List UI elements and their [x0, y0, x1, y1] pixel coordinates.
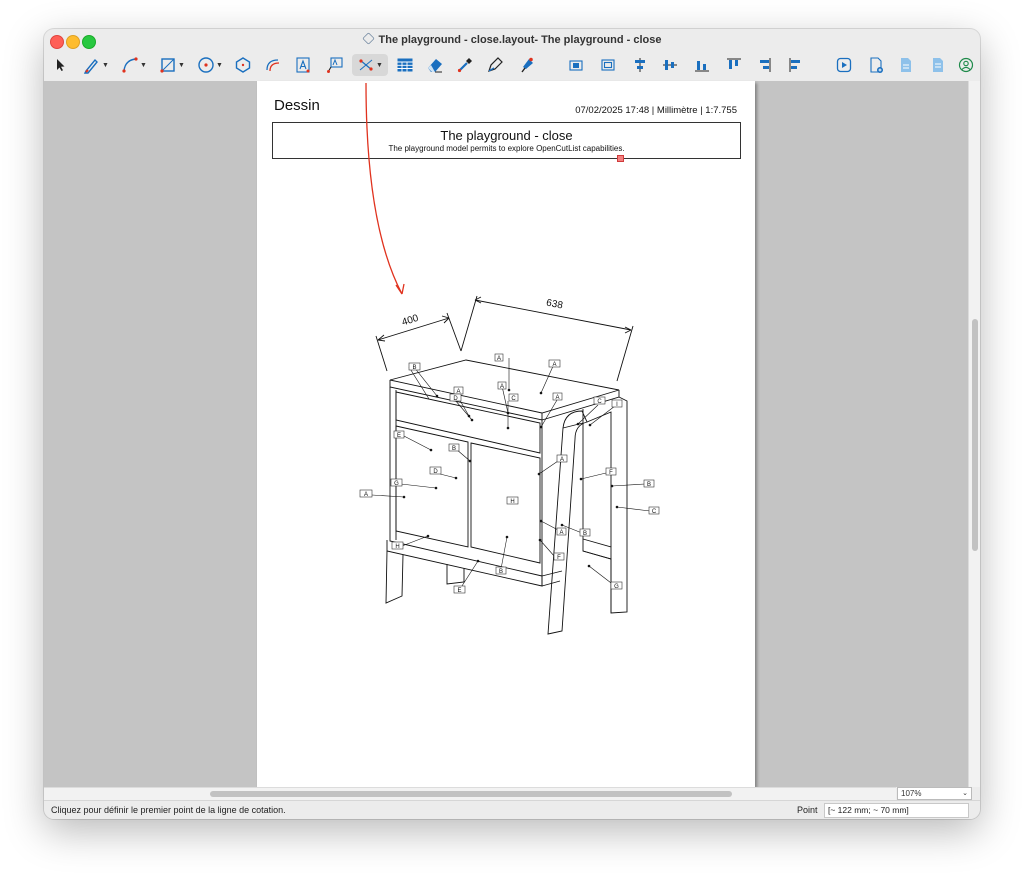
horizontal-scrollbar[interactable]: [44, 787, 896, 800]
add-page-button[interactable]: [866, 54, 886, 76]
table-tool-icon: [397, 58, 413, 72]
document-icon: [361, 32, 375, 45]
title-bar: The playground - close.layout- The playg…: [44, 29, 980, 51]
style-tool-icon: [488, 57, 503, 72]
rectangle-tool-icon: [160, 58, 175, 73]
offset-tool-button[interactable]: [262, 54, 284, 76]
polygon-tool-button[interactable]: [232, 54, 254, 76]
align-right-icon: [760, 58, 771, 72]
distribute-horizontal-icon: [663, 60, 677, 70]
presentation-button[interactable]: [834, 54, 854, 76]
arc-tool-icon: [122, 57, 138, 73]
select-tool-button[interactable]: [50, 54, 70, 76]
horizontal-scroll-thumb[interactable]: [210, 791, 732, 797]
dimension-400[interactable]: [375, 312, 462, 372]
chevron-down-icon: ▼: [376, 61, 383, 69]
eraser-tool-icon: [428, 59, 442, 73]
distribute-horizontal-button[interactable]: [660, 54, 680, 76]
zoom-select[interactable]: 107% ⌄: [897, 787, 972, 800]
eyedropper-tool-button[interactable]: [454, 54, 476, 76]
window-title: The playground - close.layout- The playg…: [44, 32, 980, 46]
status-bar: Cliquez pour définir le premier point de…: [44, 800, 980, 819]
polygon-tool-icon: [235, 57, 251, 73]
window-title-text: The playground - close.layout- The playg…: [378, 34, 662, 46]
align-bottom-icon: [695, 61, 709, 72]
page-setup-button[interactable]: [896, 54, 916, 76]
vertical-scroll-thumb[interactable]: [972, 319, 978, 551]
label-tool-icon: [327, 57, 343, 73]
zoom-value: 107%: [901, 789, 922, 798]
circle-tool-icon: [198, 57, 214, 73]
eyedropper-tool-icon: [457, 58, 472, 73]
align-top-icon: [727, 58, 741, 69]
circle-tool-button[interactable]: ▼: [194, 54, 226, 76]
label-tool-button[interactable]: [324, 54, 346, 76]
chevron-down-icon: ▼: [140, 61, 147, 69]
add-page-icon: [870, 57, 883, 73]
arc-tool-button[interactable]: ▼: [118, 54, 150, 76]
group-tool-button[interactable]: [566, 54, 586, 76]
text-tool-button[interactable]: [292, 54, 314, 76]
text-tool-icon: [296, 57, 310, 73]
style-tool-button[interactable]: [484, 54, 506, 76]
user-icon: [958, 57, 974, 73]
canvas-area[interactable]: Dessin 07/02/2025 17:48 | Millimètre | 1…: [44, 81, 968, 787]
play-icon: [836, 57, 852, 73]
align-top-button[interactable]: [724, 54, 744, 76]
account-button[interactable]: [956, 54, 976, 76]
export-page-button[interactable]: [928, 54, 948, 76]
offset-tool-icon: [266, 59, 280, 72]
cabinet-drawing[interactable]: [257, 81, 755, 787]
select-tool-icon: [57, 59, 65, 71]
align-bottom-button[interactable]: [692, 54, 712, 76]
toolbar: ▼ ▼ ▼ ▼ ▼: [44, 51, 980, 81]
point-input[interactable]: [~ 122 mm; ~ 70 mm]: [824, 803, 969, 818]
table-tool-button[interactable]: [394, 54, 416, 76]
pin-tool-button[interactable]: [516, 54, 538, 76]
app-window: The playground - close.layout- The playg…: [44, 29, 980, 819]
document-icon: [933, 58, 943, 72]
dimension-638[interactable]: [460, 295, 634, 382]
freehand-tool-icon: [83, 58, 98, 74]
chevron-down-icon: ▼: [102, 61, 109, 69]
rectangle-tool-button[interactable]: ▼: [156, 54, 188, 76]
chevron-down-icon: ▼: [178, 61, 185, 69]
layout-page[interactable]: Dessin 07/02/2025 17:48 | Millimètre | 1…: [257, 81, 755, 787]
dimension-tool-button[interactable]: ▼: [352, 54, 388, 76]
align-left-icon: [789, 58, 800, 72]
eraser-tool-button[interactable]: [424, 54, 446, 76]
chevron-down-icon: ⌄: [962, 790, 968, 797]
group-icon: [569, 60, 583, 71]
page-icon: [901, 58, 911, 72]
vertical-scrollbar[interactable]: [968, 81, 980, 787]
align-center-vertical-icon: [635, 58, 645, 72]
point-label: Point: [797, 805, 818, 815]
chevron-down-icon: ▼: [216, 61, 223, 69]
pin-tool-icon: [521, 57, 533, 73]
ungroup-tool-button[interactable]: [598, 54, 618, 76]
status-hint: Cliquez pour définir le premier point de…: [51, 805, 286, 815]
align-left-button[interactable]: [786, 54, 806, 76]
freehand-tool-button[interactable]: ▼: [80, 54, 112, 76]
align-right-button[interactable]: [754, 54, 774, 76]
ungroup-icon: [601, 59, 615, 71]
dimension-tool-icon: [359, 59, 373, 71]
align-center-vertical-button[interactable]: [630, 54, 650, 76]
